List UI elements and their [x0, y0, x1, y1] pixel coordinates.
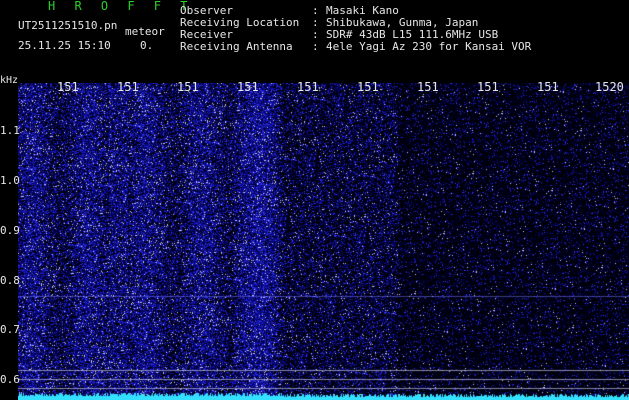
- event-tag: meteor: [125, 25, 165, 38]
- x-tick: 151: [237, 80, 259, 94]
- station-info: Observer: Masaki Kano Receiving Location:…: [180, 5, 531, 53]
- spectrogram: [18, 83, 629, 400]
- y-tick: 0.8: [0, 274, 20, 287]
- y-tick: 0.9: [0, 224, 20, 237]
- antenna-label: Receiving Antenna: [180, 40, 293, 53]
- antenna-row: Receiving Antenna:4ele Yagi Az 230 for K…: [180, 41, 531, 53]
- x-tick: 151: [177, 80, 199, 94]
- x-tick: 151: [537, 80, 559, 94]
- x-tick: 151: [297, 80, 319, 94]
- y-tick: 0.6: [0, 373, 20, 386]
- y-tick: 1.0: [0, 174, 20, 187]
- x-tick: 151: [477, 80, 499, 94]
- file-name: UT2511251510.pn: [18, 19, 118, 32]
- antenna-value: 4ele Yagi Az 230 for Kansai VOR: [326, 40, 532, 53]
- x-tick: 151: [117, 80, 139, 94]
- event-count: 0.: [140, 39, 154, 52]
- x-tick: 151: [57, 80, 79, 94]
- x-tick: 1520: [595, 80, 624, 94]
- y-tick: 1.1: [0, 124, 20, 137]
- frequency-unit: kHz: [0, 75, 19, 86]
- spectrogram-canvas: [18, 83, 629, 400]
- separator: :: [312, 40, 319, 53]
- datetime: 25.11.25 15:10: [18, 39, 111, 52]
- x-tick: 151: [417, 80, 439, 94]
- y-tick: 0.7: [0, 323, 20, 336]
- app-title: H R O F F T: [48, 0, 194, 13]
- x-tick: 151: [357, 80, 379, 94]
